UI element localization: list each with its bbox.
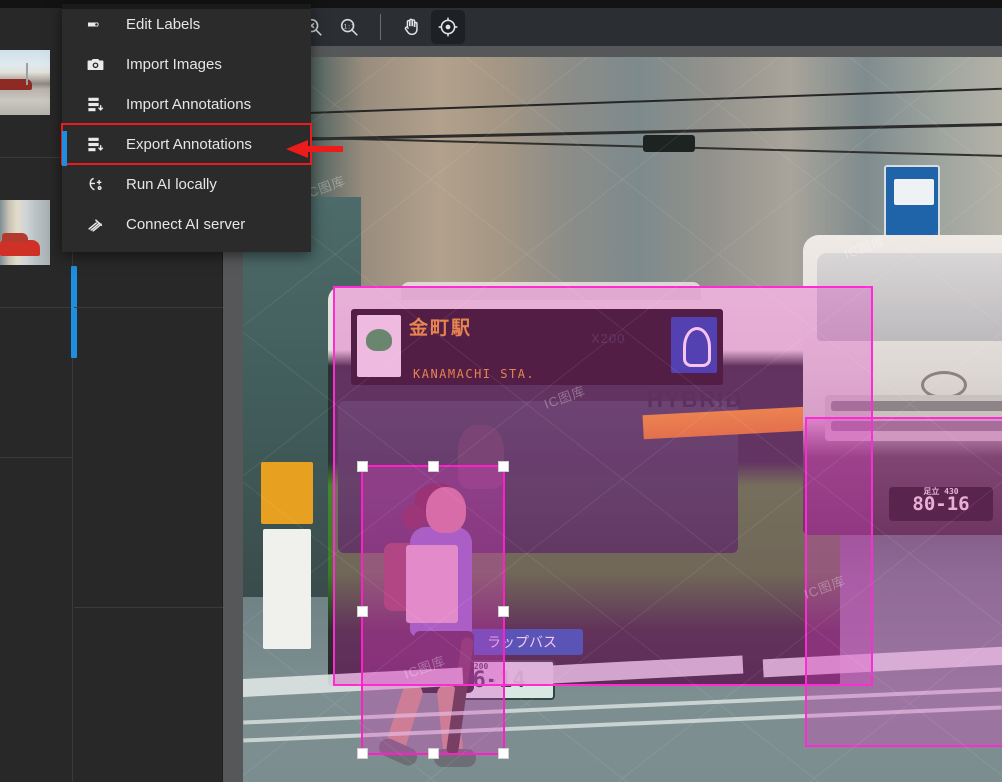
export-list-icon: [84, 133, 106, 155]
street-photo: 金町駅 KANAMACHI STA. X200 HYBRID ラップバス 足立 …: [243, 57, 1002, 782]
menu-item-run-ai-locally[interactable]: Run AI locally: [62, 164, 311, 204]
server-connect-glyph: [87, 218, 102, 232]
annotation-box-person[interactable]: [357, 461, 509, 759]
thumbnail-street-cars[interactable]: [0, 200, 50, 265]
resize-handle-nw[interactable]: [357, 461, 368, 472]
menu-item-label: Connect AI server: [126, 215, 246, 233]
menu-item-label: Run AI locally: [126, 175, 217, 193]
import-list-icon: [84, 93, 106, 115]
camera-glyph: [87, 58, 103, 70]
resize-handle-e[interactable]: [498, 606, 509, 617]
traffic-light: [643, 135, 695, 152]
server-connect-icon: [84, 213, 106, 235]
annotation-tool-window: 1:1 金町駅 KANAMACHI STA. X200 HYBRID ラップバス…: [0, 0, 1002, 782]
thumbnail-parking-lot[interactable]: [0, 50, 50, 115]
resize-handle-n[interactable]: [428, 461, 439, 472]
detail-row[interactable]: [74, 308, 223, 608]
resize-handle-se[interactable]: [498, 748, 509, 759]
menu-item-label: Import Annotations: [126, 95, 252, 113]
menu-item-label: Export Annotations: [126, 135, 252, 153]
zoom-actual-size-icon-button[interactable]: 1:1: [332, 10, 366, 44]
menu-item-import-annotations[interactable]: Import Annotations: [62, 84, 311, 124]
annotation-arrow-icon: [286, 140, 343, 158]
menu-item-export-annotations[interactable]: Export Annotations: [61, 123, 312, 165]
robot-run-icon: [84, 173, 106, 195]
annotation-box-van[interactable]: [805, 417, 1002, 747]
menu-item-import-images[interactable]: Import Images: [62, 44, 311, 84]
resize-handle-ne[interactable]: [498, 461, 509, 472]
menu-selection-indicator: [62, 131, 67, 166]
resize-handle-w[interactable]: [357, 606, 368, 617]
zoom-actual-size-icon: 1:1: [340, 18, 358, 36]
menu-item-label: Import Images: [126, 55, 222, 73]
yellow-shop-sign: [261, 462, 313, 524]
robot-run-glyph: [89, 177, 102, 190]
pan-hand-icon-button[interactable]: [395, 10, 429, 44]
resize-handle-s[interactable]: [428, 748, 439, 759]
menu-item-edit-labels[interactable]: Edit Labels: [62, 4, 311, 44]
target-icon: [438, 17, 458, 37]
target-icon-button[interactable]: [431, 10, 465, 44]
camera-icon: [84, 53, 106, 75]
toolbar-tool-group: 1:1: [296, 8, 465, 46]
toolbar-divider: [380, 14, 381, 40]
image-canvas[interactable]: 金町駅 KANAMACHI STA. X200 HYBRID ラップバス 足立 …: [243, 57, 1002, 782]
resize-handle-sw[interactable]: [357, 748, 368, 759]
import-list-glyph: [87, 97, 103, 111]
white-shop-sign: [263, 529, 311, 649]
menu-item-connect-ai-server[interactable]: Connect AI server: [62, 204, 311, 244]
file-dropdown-menu[interactable]: Edit Labels Import Images Import Annotat…: [61, 4, 312, 252]
export-list-glyph: [87, 137, 103, 151]
thumbnail-list-item[interactable]: [0, 308, 73, 458]
menu-item-label: Edit Labels: [126, 15, 201, 33]
tag-icon: [84, 13, 106, 35]
tag-glyph: [87, 22, 99, 26]
svg-text:1:1: 1:1: [344, 23, 355, 30]
pan-hand-icon: [404, 18, 418, 36]
